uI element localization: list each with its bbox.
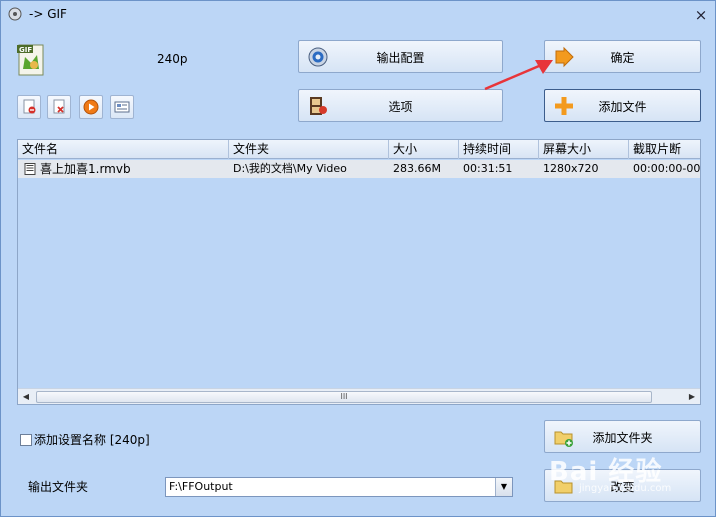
options-label: 选项 [388,100,413,114]
remove-file-icon [23,99,36,114]
cell-screen-size: 1280x720 [543,162,599,175]
cell-size: 283.66M [393,162,441,175]
cell-filename: 喜上加喜1.rmvb [40,162,131,176]
app-icon [8,7,22,21]
play-button[interactable] [79,95,103,119]
column-header-filename[interactable]: 文件名 [18,140,229,159]
table-row[interactable]: 喜上加喜1.rmvb D:\我的文档\My Video 283.66M 00:3… [18,160,701,178]
options-button[interactable]: 选项 [298,89,503,122]
column-header-clip[interactable]: 截取片断 [629,140,700,159]
preset-label: 240p [157,52,188,66]
svg-text:GIF: GIF [19,46,32,54]
column-header-duration[interactable]: 持续时间 [459,140,539,159]
add-setting-name-option[interactable]: 添加设置名称 [240p] [20,431,150,448]
add-file-button[interactable]: 添加文件 [544,89,701,122]
add-setting-name-label: 添加设置名称 [240p] [34,433,150,447]
scroll-thumb[interactable]: III [36,391,652,403]
column-header-screen-size[interactable]: 屏幕大小 [539,140,629,159]
info-card-icon [114,101,130,113]
add-folder-label: 添加文件夹 [592,431,653,445]
scroll-left-icon[interactable]: ◀ [18,389,34,404]
column-header-folder[interactable]: 文件夹 [229,140,389,159]
column-header-size[interactable]: 大小 [389,140,459,159]
cell-clip: 00:00:00-00:0 [633,162,701,175]
chevron-down-icon[interactable]: ▼ [495,478,512,496]
ok-label: 确定 [610,51,635,65]
clear-list-icon [53,99,65,114]
cell-folder: D:\我的文档\My Video [233,162,347,175]
add-file-label: 添加文件 [598,100,647,114]
window-title: -> GIF [29,7,67,21]
file-list[interactable]: 文件名 文件夹 大小 持续时间 屏幕大小 截取片断 喜上加喜1.rmvb D:\… [17,139,701,405]
annotation-arrow-icon [484,60,553,91]
media-info-button[interactable] [110,95,134,119]
ok-button[interactable]: 确定 [544,40,701,73]
play-icon [83,99,99,115]
gif-format-icon: GIF [17,44,44,76]
scroll-right-icon[interactable]: ▶ [684,389,700,404]
file-list-header: 文件名 文件夹 大小 持续时间 屏幕大小 截取片断 [18,140,700,159]
watermark-url: jingyan.baidu.com [579,483,672,494]
close-icon[interactable]: × [691,5,711,25]
add-folder-button[interactable]: 添加文件夹 [544,420,701,453]
horizontal-scrollbar[interactable]: ◀ III ▶ [18,388,700,404]
clear-list-button[interactable] [47,95,71,119]
output-folder-label: 输出文件夹 [28,480,89,494]
output-folder-value: F:\FFOutput [169,480,233,493]
output-config-label: 输出配置 [376,51,425,65]
output-config-button[interactable]: 输出配置 [298,40,503,73]
app-window: -> GIF × GIF 240p 输出配置 确定 选项 添加文件 文件名 文件… [0,0,716,517]
add-setting-name-checkbox[interactable] [20,433,32,446]
remove-file-button[interactable] [17,95,41,119]
title-bar: -> GIF × [1,1,715,29]
output-folder-select[interactable]: F:\FFOutput ▼ [165,477,513,497]
cell-duration: 00:31:51 [463,162,513,175]
video-file-icon [24,163,36,175]
